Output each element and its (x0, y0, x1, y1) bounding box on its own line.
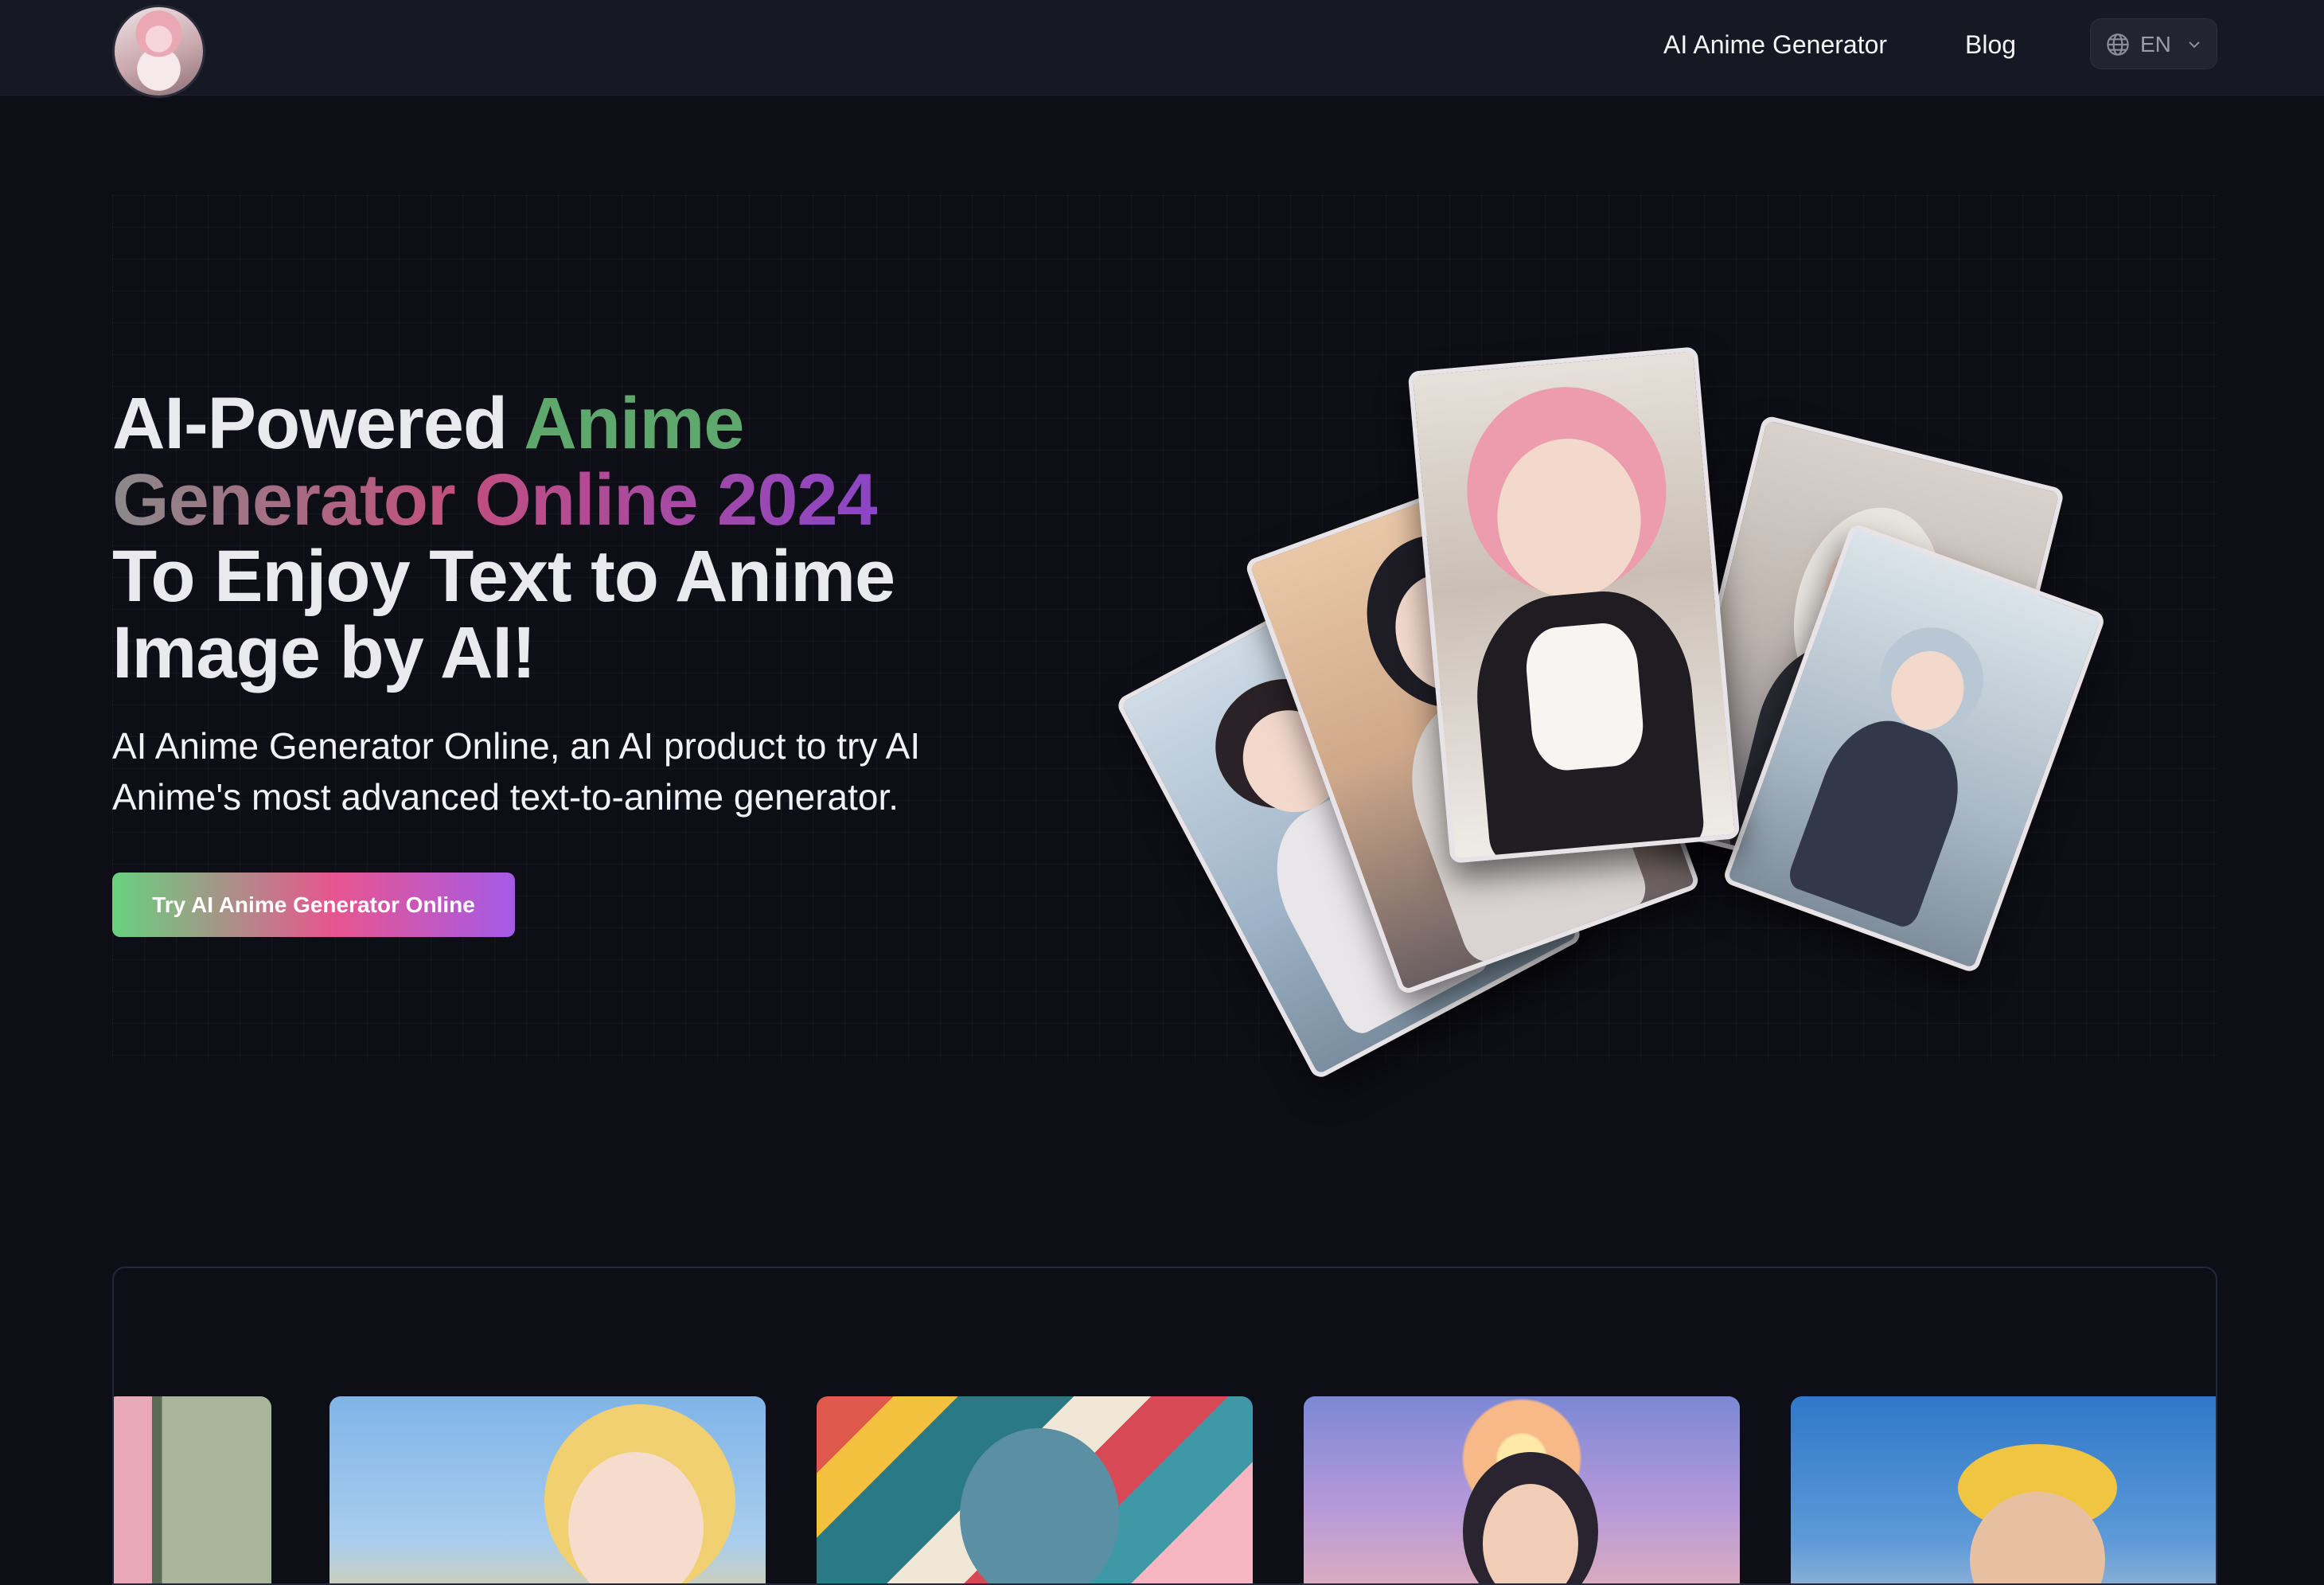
hero-subtitle: AI Anime Generator Online, an AI product… (112, 725, 921, 818)
nav-link-ai-anime-generator[interactable]: AI Anime Generator (1663, 29, 1887, 61)
headline-part-1: AI-Powered (112, 383, 524, 464)
top-navigation-bar: AI Anime Generator Blog EN (0, 0, 2324, 98)
language-code: EN (2140, 32, 2171, 57)
headline-part-2: Anime (524, 383, 744, 464)
hero-headline: AI-Powered Anime Generator Online 2024 To … (112, 385, 996, 691)
site-logo[interactable] (112, 5, 205, 98)
example-gallery (112, 1267, 2217, 1585)
headline-part-3: Generator Online 2024 (112, 459, 878, 541)
hero-card-main (1407, 346, 1741, 864)
try-generator-button[interactable]: Try AI Anime Generator Online (112, 873, 515, 937)
globe-icon (2107, 33, 2129, 56)
gallery-image[interactable] (1304, 1396, 1740, 1583)
gallery-image[interactable] (1791, 1396, 2216, 1583)
gallery-image[interactable] (114, 1396, 271, 1583)
language-selector[interactable]: EN (2090, 18, 2217, 69)
gallery-image[interactable] (329, 1396, 766, 1583)
gallery-image[interactable] (817, 1396, 1253, 1583)
nav-link-blog[interactable]: Blog (1965, 29, 2016, 61)
headline-part-4: To Enjoy Text to Anime Image by AI! (112, 536, 895, 693)
chevron-down-icon (2189, 41, 2200, 49)
